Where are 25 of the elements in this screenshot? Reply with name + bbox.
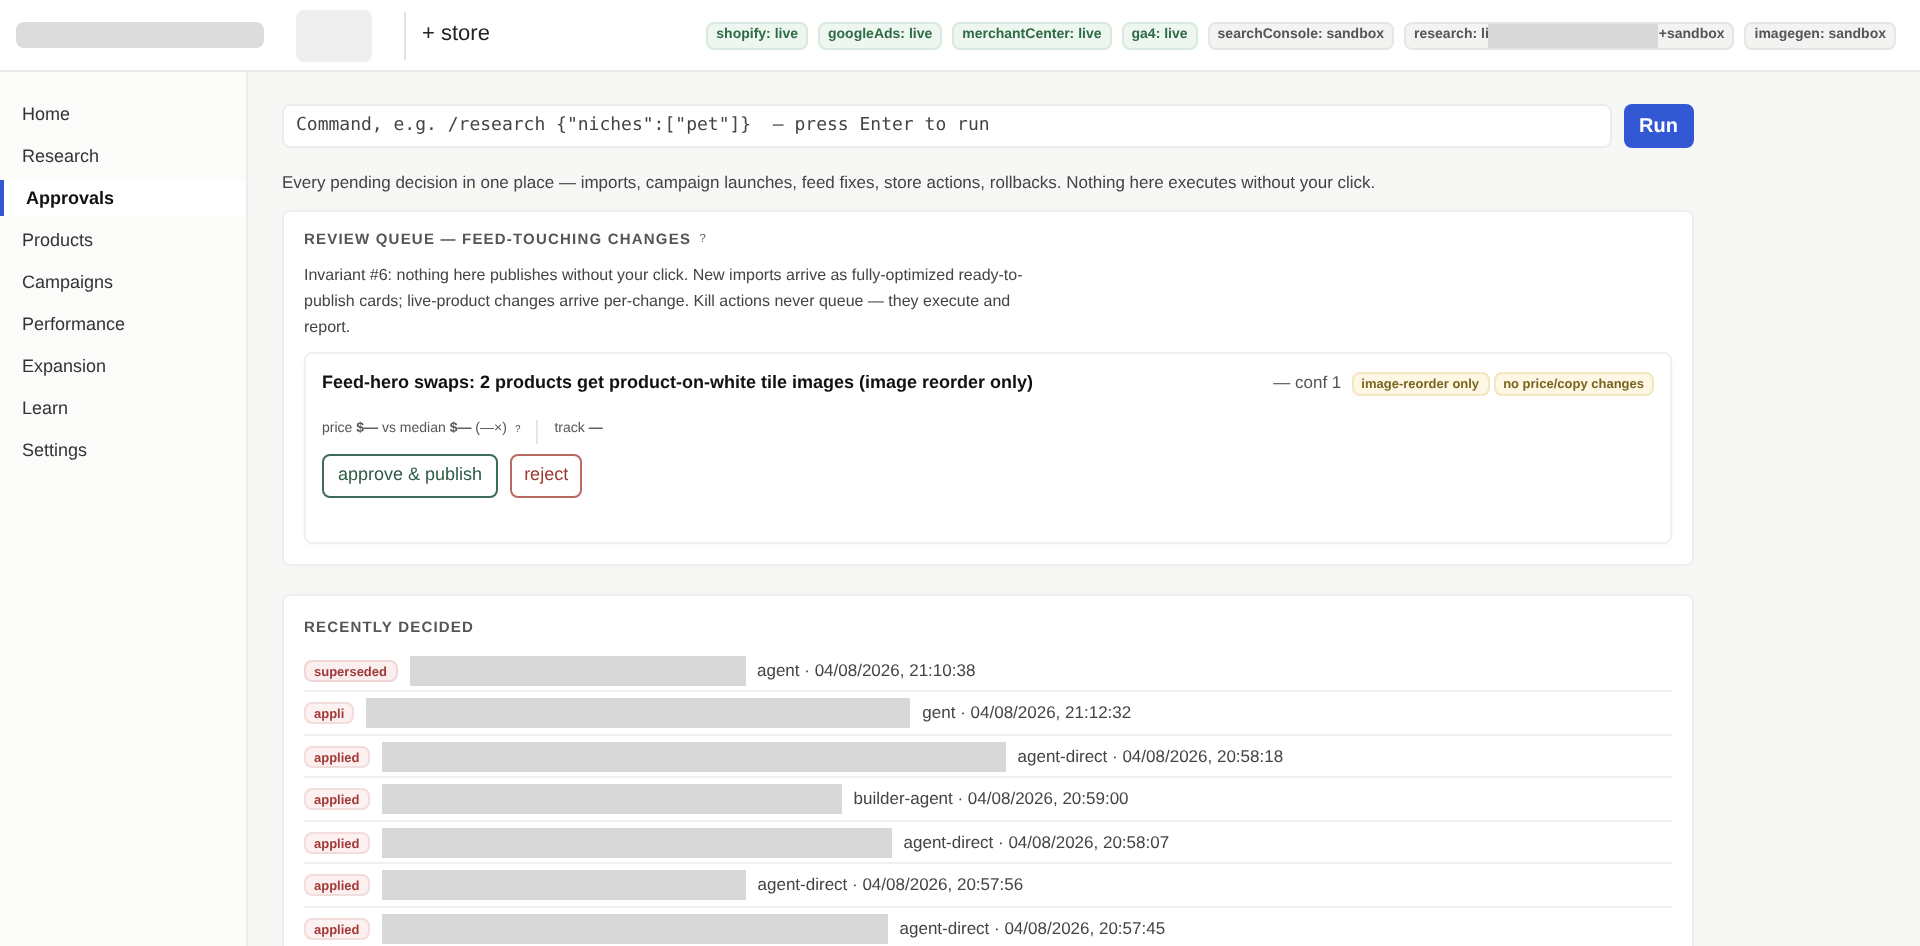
decision-meta: builder-agent · 04/08/2026, 20:59:00: [853, 786, 1129, 812]
sidebar-item[interactable]: Products: [0, 222, 246, 258]
decision-meta: agent · 04/08/2026, 21:10:38: [757, 657, 976, 683]
approve-button[interactable]: approve & publish: [322, 453, 499, 497]
confidence-text: — conf 1: [1273, 370, 1342, 397]
sidebar-item[interactable]: Expansion: [0, 348, 246, 384]
add-store-link[interactable]: + store: [422, 18, 490, 52]
sidebar-item[interactable]: Home: [0, 96, 246, 132]
sidebar-item[interactable]: Performance: [0, 306, 246, 342]
decision-meta: agent-direct · 04/08/2026, 20:58:18: [1017, 743, 1284, 769]
sidebar-item[interactable]: Campaigns: [0, 264, 246, 300]
sidebar-item[interactable]: Research: [0, 138, 246, 174]
intro-text: Every pending decision in one place — imports, campaign launches, feed fixes, store actions, rollbacks. Nothing here executes without your click.: [282, 170, 1378, 196]
command-field[interactable]: Command, e.g. /research {"niches":["pet"]} — press Enter to run: [282, 104, 1612, 148]
decision-meta: agent-direct · 04/08/2026, 20:57:45: [899, 915, 1166, 941]
card-title: Feed-hero swaps: 2 products get product-on-white tile images (image reorder only): [322, 370, 1034, 396]
sidebar-item[interactable]: Learn: [0, 390, 246, 426]
decision-meta: agent-direct · 04/08/2026, 20:57:56: [757, 872, 1024, 898]
sidebar-item[interactable]: Approvals: [0, 180, 246, 216]
reject-button[interactable]: reject: [510, 453, 583, 497]
sidebar-item[interactable]: Settings: [0, 432, 246, 468]
description-text: Invariant #6: nothing here publishes without your click. New imports arrive as fully-optimized ready-to-publish cards; live-product changes arrive per-change. Kill actions never queue — they execute and report.: [304, 264, 1025, 340]
decision-meta: agent-direct · 04/08/2026, 20:58:07: [903, 829, 1170, 855]
decision-meta: gent · 04/08/2026, 21:12:32: [922, 700, 1132, 726]
run-button[interactable]: Run: [1623, 104, 1694, 148]
